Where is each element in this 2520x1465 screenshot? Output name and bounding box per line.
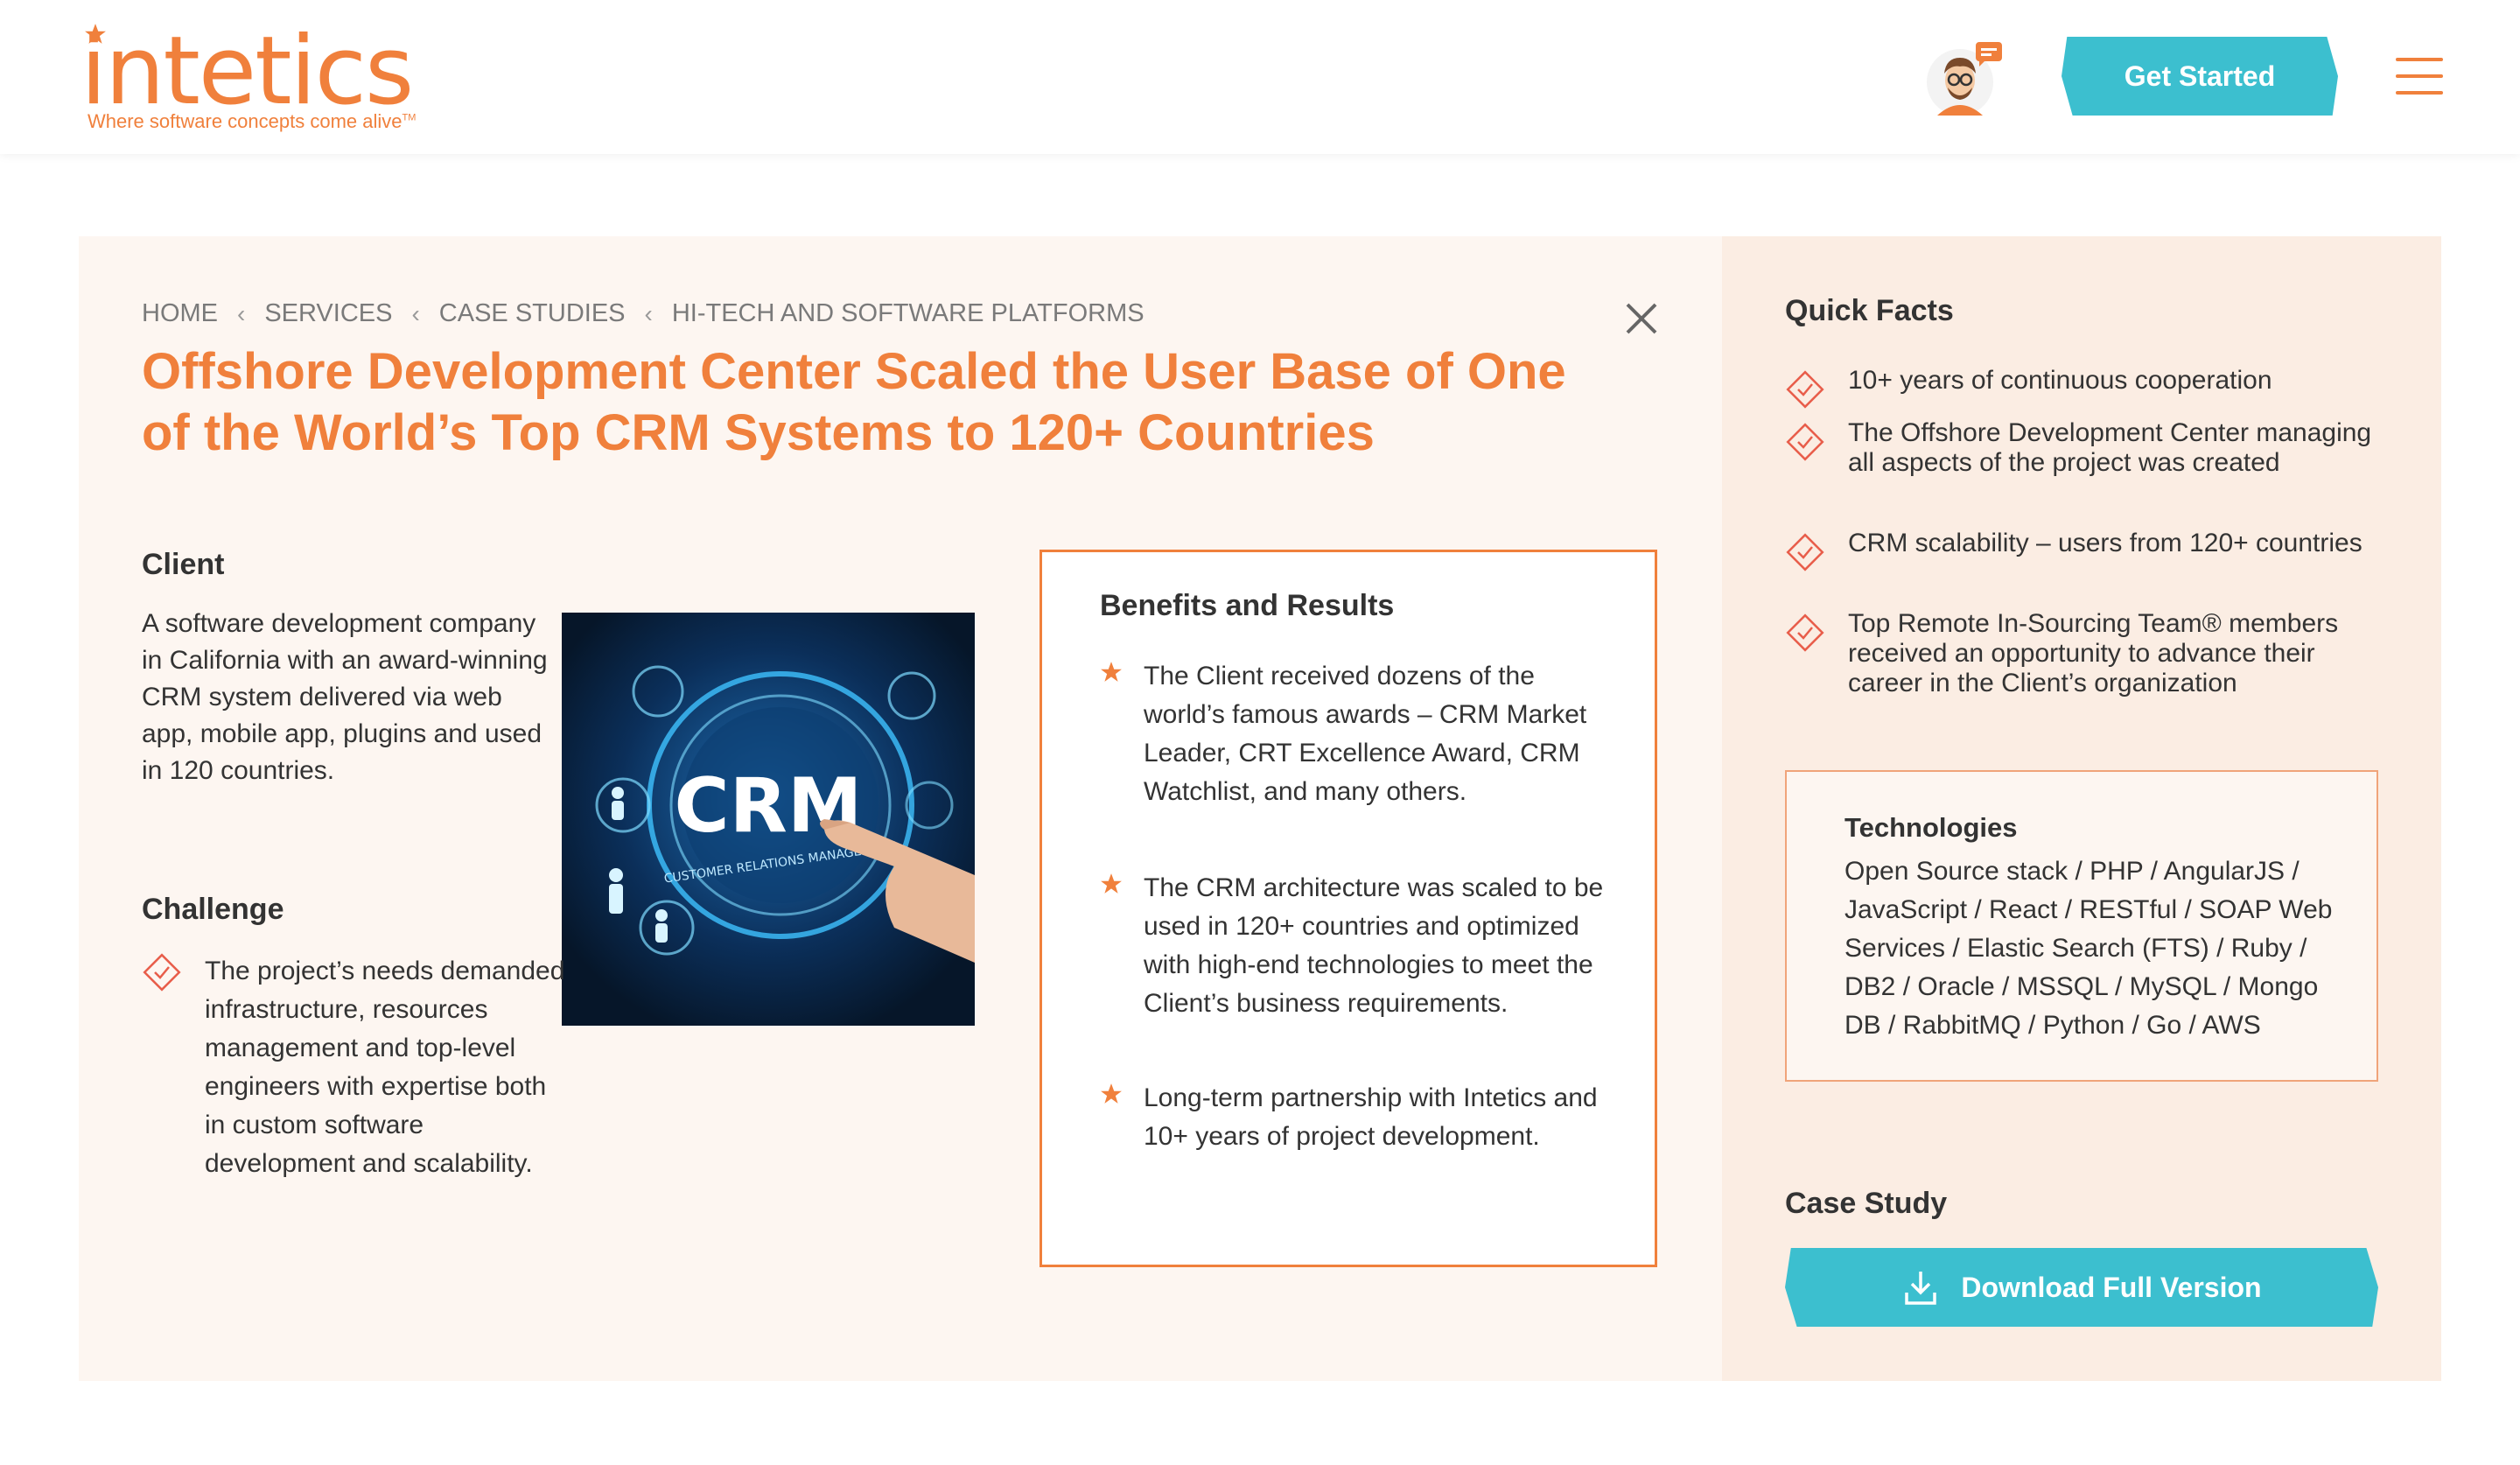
quick-facts-sidebar: Quick Facts 10+ years of continuous coop…: [1722, 236, 2441, 1381]
breadcrumb-services[interactable]: SERVICES: [264, 299, 392, 328]
benefit-text: The CRM architecture was scaled to be us…: [1144, 873, 1604, 1018]
case-study-heading: Case Study: [1785, 1187, 1948, 1220]
challenge-heading: Challenge: [142, 893, 284, 926]
chat-assistant-avatar-icon[interactable]: [1925, 40, 2002, 117]
quick-fact-text: Top Remote In-Sourcing Team® members rec…: [1848, 609, 2339, 697]
client-heading: Client: [142, 548, 225, 581]
get-started-button[interactable]: Get Started: [2062, 37, 2338, 116]
benefits-heading: Benefits and Results: [1100, 589, 1395, 622]
benefit-text: The Client received dozens of the world’…: [1144, 662, 1587, 806]
technologies-list: Open Source stack / PHP / AngularJS / Ja…: [1844, 857, 2333, 1040]
download-full-version-button[interactable]: Download Full Version: [1785, 1248, 2378, 1327]
breadcrumb-case-studies[interactable]: CASE STUDIES: [439, 299, 626, 328]
case-study-card: HOME ‹ SERVICES ‹ CASE STUDIES ‹ HI-TECH…: [79, 236, 1722, 1381]
diamond-check-icon: [1786, 423, 1824, 461]
quick-fact-text: The Offshore Development Center managing…: [1848, 418, 2372, 477]
breadcrumb: HOME ‹ SERVICES ‹ CASE STUDIES ‹ HI-TECH…: [142, 299, 1144, 328]
download-icon: [1905, 1272, 1937, 1305]
intetics-logo[interactable]: intetics Where software concepts come al…: [80, 19, 448, 142]
breadcrumb-hi-tech[interactable]: HI-TECH AND SOFTWARE PLATFORMS: [672, 299, 1144, 328]
client-description: A software development company in Califo…: [142, 609, 548, 785]
logo-star-icon: [85, 24, 106, 44]
site-header: intetics Where software concepts come al…: [0, 0, 2520, 154]
page-title: Offshore Development Center Scaled the U…: [142, 343, 1566, 461]
technologies-box: Technologies Open Source stack / PHP / A…: [1785, 770, 2378, 1082]
breadcrumb-separator-icon: ‹: [237, 299, 246, 327]
diamond-check-icon: [1786, 533, 1824, 571]
star-icon: [1101, 662, 1122, 682]
close-icon[interactable]: [1622, 299, 1661, 338]
menu-hamburger-icon[interactable]: [2396, 58, 2443, 95]
quick-fact-text: CRM scalability – users from 120+ countr…: [1848, 529, 2362, 557]
diamond-check-icon: [1786, 613, 1824, 652]
quick-fact-text: 10+ years of continuous cooperation: [1848, 366, 2272, 395]
diamond-check-icon: [143, 953, 181, 992]
breadcrumb-separator-icon: ‹: [411, 299, 420, 327]
benefit-text: Long-term partnership with Intetics and …: [1144, 1083, 1598, 1151]
star-icon: [1101, 873, 1122, 894]
challenge-description: The project’s needs demanded infrastruct…: [205, 957, 565, 1178]
logo-wordmark: intetics: [80, 17, 414, 126]
quick-facts-heading: Quick Facts: [1785, 294, 1954, 327]
star-icon: [1101, 1083, 1122, 1104]
breadcrumb-separator-icon: ‹: [644, 299, 653, 327]
benefits-results-box: Benefits and Results The Client received…: [1040, 550, 1657, 1267]
technologies-heading: Technologies: [1844, 812, 2018, 843]
download-button-label: Download Full Version: [1961, 1271, 2262, 1303]
logo-tagline: Where software concepts come aliveTM: [88, 110, 416, 132]
diamond-check-icon: [1786, 370, 1824, 409]
breadcrumb-home[interactable]: HOME: [142, 299, 218, 328]
crm-illustration: CRM CUSTOMER RELATIONS MANAGEMENT: [562, 613, 975, 1026]
